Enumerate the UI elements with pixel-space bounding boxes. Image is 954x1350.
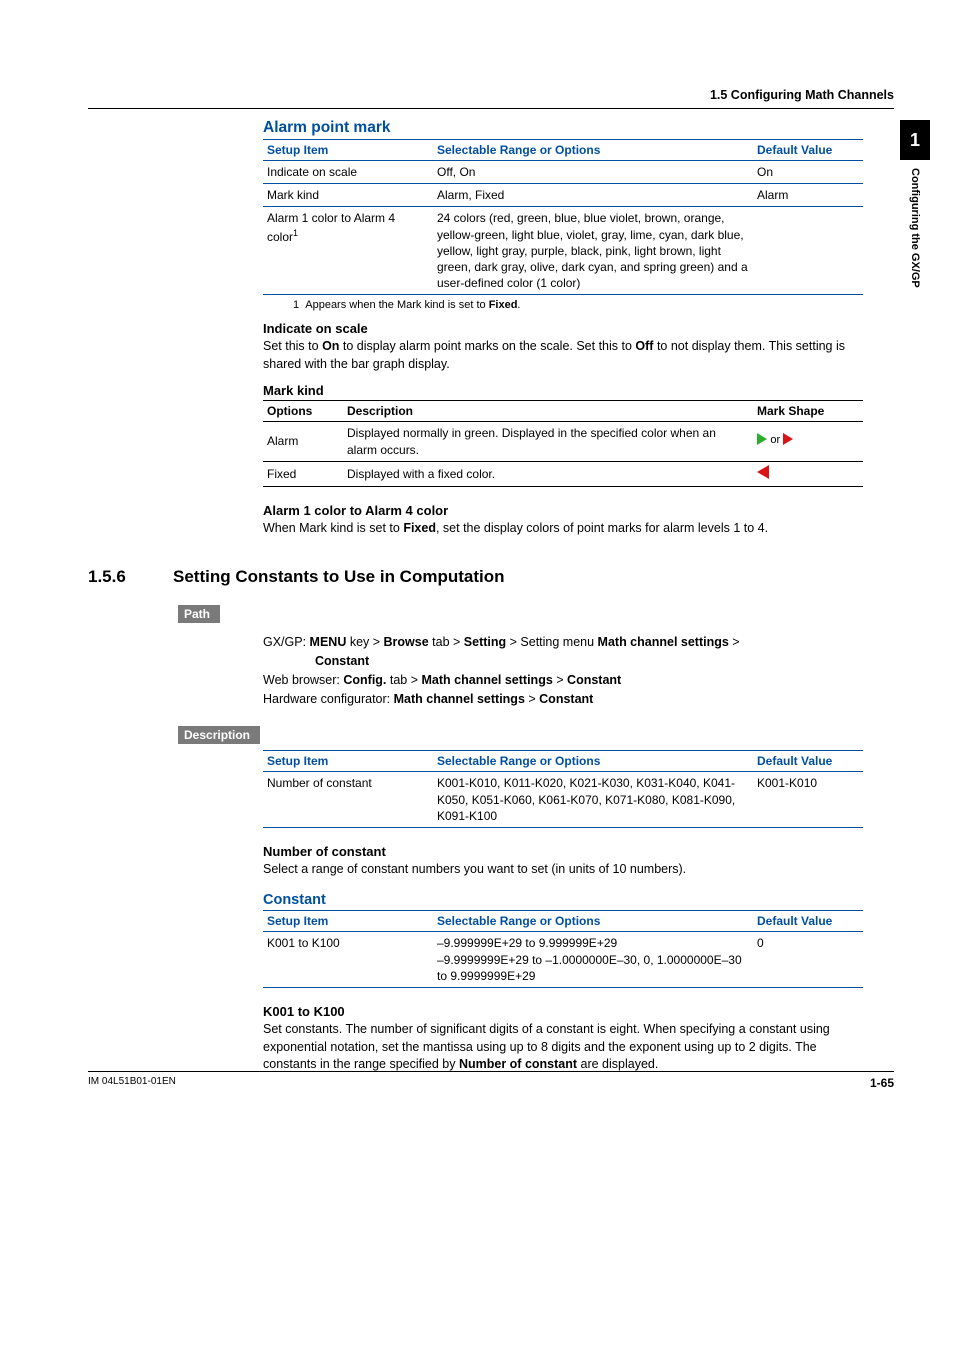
chapter-number-tab: 1 xyxy=(900,120,930,160)
table-row: Mark kind Alarm, Fixed Alarm xyxy=(263,184,863,207)
section-number: 1.5.6 xyxy=(88,567,173,587)
col-description: Description xyxy=(343,401,753,422)
table-row: Indicate on scale Off, On On xyxy=(263,161,863,184)
paragraph-indicate: Set this to On to display alarm point ma… xyxy=(263,338,863,373)
table-row: Alarm 1 color to Alarm 4 color1 24 color… xyxy=(263,207,863,295)
table-mark-kind: Options Description Mark Shape Alarm Dis… xyxy=(263,400,863,487)
heading-alarm-point-mark: Alarm point mark xyxy=(263,119,863,137)
section-title: Setting Constants to Use in Computation xyxy=(173,567,505,587)
table-row: Fixed Displayed with a fixed color. xyxy=(263,461,863,486)
table-constant: Setup Item Selectable Range or Options D… xyxy=(263,910,863,988)
page-footer: IM 04L51B01-01EN 1-65 xyxy=(88,1071,894,1090)
side-tab: 1 Configuring the GX/GP xyxy=(900,120,930,288)
heading-number-of-constant: Number of constant xyxy=(263,844,863,859)
triangle-green-icon xyxy=(757,433,767,445)
table-number-of-constant: Setup Item Selectable Range or Options D… xyxy=(263,750,863,828)
col-default: Default Value xyxy=(753,140,863,161)
doc-id: IM 04L51B01-01EN xyxy=(88,1076,176,1090)
section-breadcrumb: 1.5 Configuring Math Channels xyxy=(88,88,894,102)
triangle-red-left-icon xyxy=(757,465,769,479)
path-label: Path xyxy=(178,605,220,623)
heading-mark-kind: Mark kind xyxy=(263,383,863,398)
description-label: Description xyxy=(178,726,260,744)
table-row: Number of constant K001-K010, K011-K020,… xyxy=(263,772,863,828)
path-body: GX/GP: MENU key > Browse tab > Setting >… xyxy=(263,633,863,708)
col-options-h: Options xyxy=(263,401,343,422)
table-row: Alarm Displayed normally in green. Displ… xyxy=(263,422,863,461)
page-number: 1-65 xyxy=(870,1076,894,1090)
col-options: Selectable Range or Options xyxy=(433,140,753,161)
chapter-title-tab: Configuring the GX/GP xyxy=(909,168,921,288)
paragraph-alarm-color: When Mark kind is set to Fixed, set the … xyxy=(263,520,863,538)
heading-alarm-color: Alarm 1 color to Alarm 4 color xyxy=(263,503,863,518)
col-setup-item: Setup Item xyxy=(263,140,433,161)
heading-k001-k100: K001 to K100 xyxy=(263,1004,863,1019)
triangle-red-icon xyxy=(783,433,793,445)
col-mark-shape: Mark Shape xyxy=(753,401,863,422)
heading-constant: Constant xyxy=(263,892,863,908)
heading-indicate-on-scale: Indicate on scale xyxy=(263,321,863,336)
table-alarm-point-mark: Setup Item Selectable Range or Options D… xyxy=(263,139,863,295)
paragraph-k001: Set constants. The number of significant… xyxy=(263,1021,863,1074)
paragraph-number-of-constant: Select a range of constant numbers you w… xyxy=(263,861,863,879)
table-row: K001 to K100 –9.999999E+29 to 9.999999E+… xyxy=(263,932,863,988)
footnote-1: 1 Appears when the Mark kind is set to F… xyxy=(293,299,863,311)
